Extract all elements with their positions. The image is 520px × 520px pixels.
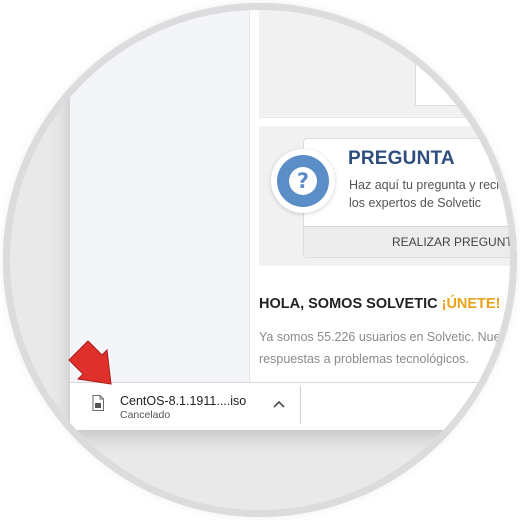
download-divider xyxy=(300,386,301,424)
about-description-line1: Ya somos 55.226 usuarios en Solvetic. Nu… xyxy=(259,330,511,344)
about-heading-main: HOLA, SOMOS SOLVETIC xyxy=(259,296,442,312)
lens-content: ? PREGUNTA Haz aquí tu pregunta y recibe… xyxy=(4,4,516,516)
file-icon xyxy=(92,395,104,411)
download-file-name: CentOS-8.1.1911....iso xyxy=(120,394,247,408)
about-description-line2: respuestas a problemas tecnológicos. xyxy=(259,352,469,366)
question-description-line2: los expertos de Solvetic xyxy=(349,196,482,210)
question-badge: ? xyxy=(271,149,335,213)
about-description: Ya somos 55.226 usuarios en Solvetic. Nu… xyxy=(259,326,516,370)
question-mark-icon: ? xyxy=(289,167,317,195)
chevron-up-icon[interactable] xyxy=(268,394,290,416)
question-description-line1: Haz aquí tu pregunta y recibe xyxy=(349,178,513,192)
top-card-inner xyxy=(415,4,516,106)
magnifier-lens: ? PREGUNTA Haz aquí tu pregunta y recibe… xyxy=(4,4,516,516)
download-status: Cancelado xyxy=(120,409,171,421)
question-title: PREGUNTA xyxy=(348,148,455,169)
screenshot-stage: ? PREGUNTA Haz aquí tu pregunta y recibe… xyxy=(0,0,520,520)
left-panel xyxy=(70,4,250,382)
join-link[interactable]: ¡ÚNETE! xyxy=(442,296,501,312)
about-heading: HOLA, SOMOS SOLVETIC ¡ÚNETE! xyxy=(259,296,500,312)
ask-question-button[interactable]: REALIZAR PREGUNTA xyxy=(304,226,516,257)
question-description: Haz aquí tu pregunta y recibe los expert… xyxy=(349,176,516,212)
red-arrow-icon xyxy=(68,340,112,385)
